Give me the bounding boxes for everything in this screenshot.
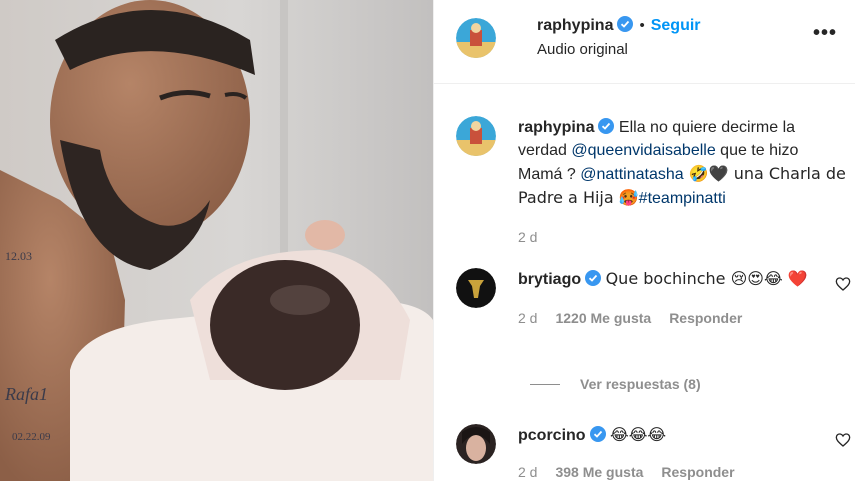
author-avatar[interactable]: [456, 18, 496, 58]
caption-text: raphypina Ella no quiere decirme la verd…: [518, 116, 846, 249]
instagram-post: 12.03 Rafa1 02.22.09 raphypina • Seguir …: [0, 0, 855, 481]
commenter-username[interactable]: brytiago: [518, 271, 581, 288]
verified-badge-icon: [598, 118, 615, 134]
post-details-panel: raphypina • Seguir Audio original ••• raph…: [433, 0, 855, 481]
comment-text: Que bochinche 😢😍😂 ❤️: [605, 269, 808, 288]
mention-link[interactable]: @queenvidaisabelle: [571, 142, 715, 159]
reply-button[interactable]: Responder: [661, 461, 734, 481]
comment-body: brytiago Que bochinche 😢😍😂 ❤️ 2 d 1220 M…: [518, 268, 828, 329]
header-names: raphypina • Seguir Audio original: [537, 16, 701, 58]
comment-timestamp[interactable]: 2 d: [518, 461, 537, 481]
mention-link[interactable]: @nattinatasha: [580, 166, 683, 183]
caption-author-avatar[interactable]: [456, 116, 496, 156]
heart-outline-icon[interactable]: [835, 276, 851, 292]
caption-username[interactable]: raphypina: [518, 119, 594, 136]
commenter-avatar[interactable]: [456, 424, 496, 464]
svg-text:Rafa1: Rafa1: [4, 384, 48, 404]
svg-text:02.22.09: 02.22.09: [12, 431, 51, 443]
verified-badge-icon: [585, 270, 602, 286]
heart-outline-icon[interactable]: [835, 432, 851, 448]
caption-timestamp[interactable]: 2 d: [518, 226, 846, 249]
comment-text: 😂😂😂: [610, 425, 667, 444]
audio-label[interactable]: Audio original: [537, 41, 701, 58]
follow-button[interactable]: Seguir: [651, 17, 701, 34]
video-frame-image: 12.03 Rafa1 02.22.09: [0, 0, 433, 481]
comment-item: brytiago Que bochinche 😢😍😂 ❤️ 2 d 1220 M…: [456, 268, 851, 329]
separator-dot: •: [639, 17, 645, 34]
post-header: raphypina • Seguir Audio original •••: [434, 0, 855, 84]
comment-meta: 2 d 398 Me gusta Responder: [518, 461, 828, 481]
comment-meta: 2 d 1220 Me gusta Responder: [518, 307, 828, 329]
comment-body: pcorcino 😂😂😂 2 d 398 Me gusta Responder: [518, 424, 828, 481]
author-username[interactable]: raphypina: [537, 17, 613, 34]
view-replies-label: Ver respuestas (8): [580, 376, 701, 392]
post-caption: raphypina Ella no quiere decirme la verd…: [456, 116, 846, 249]
verified-badge-icon: [617, 16, 634, 32]
reply-button[interactable]: Responder: [669, 307, 742, 329]
comment-likes[interactable]: 1220 Me gusta: [555, 307, 651, 329]
comment-likes[interactable]: 398 Me gusta: [555, 461, 643, 481]
commenter-avatar[interactable]: [456, 268, 496, 308]
commenter-username[interactable]: pcorcino: [518, 427, 586, 444]
view-replies-button[interactable]: Ver respuestas (8): [530, 376, 701, 392]
more-options-icon[interactable]: •••: [813, 23, 837, 43]
svg-text:12.03: 12.03: [5, 249, 32, 263]
comment-timestamp[interactable]: 2 d: [518, 307, 537, 329]
post-video[interactable]: 12.03 Rafa1 02.22.09: [0, 0, 433, 481]
hashtag-link[interactable]: #teampinatti: [639, 190, 726, 207]
replies-divider: [530, 383, 560, 385]
verified-badge-icon: [589, 426, 606, 442]
comment-item: pcorcino 😂😂😂 2 d 398 Me gusta Responder: [456, 424, 851, 481]
